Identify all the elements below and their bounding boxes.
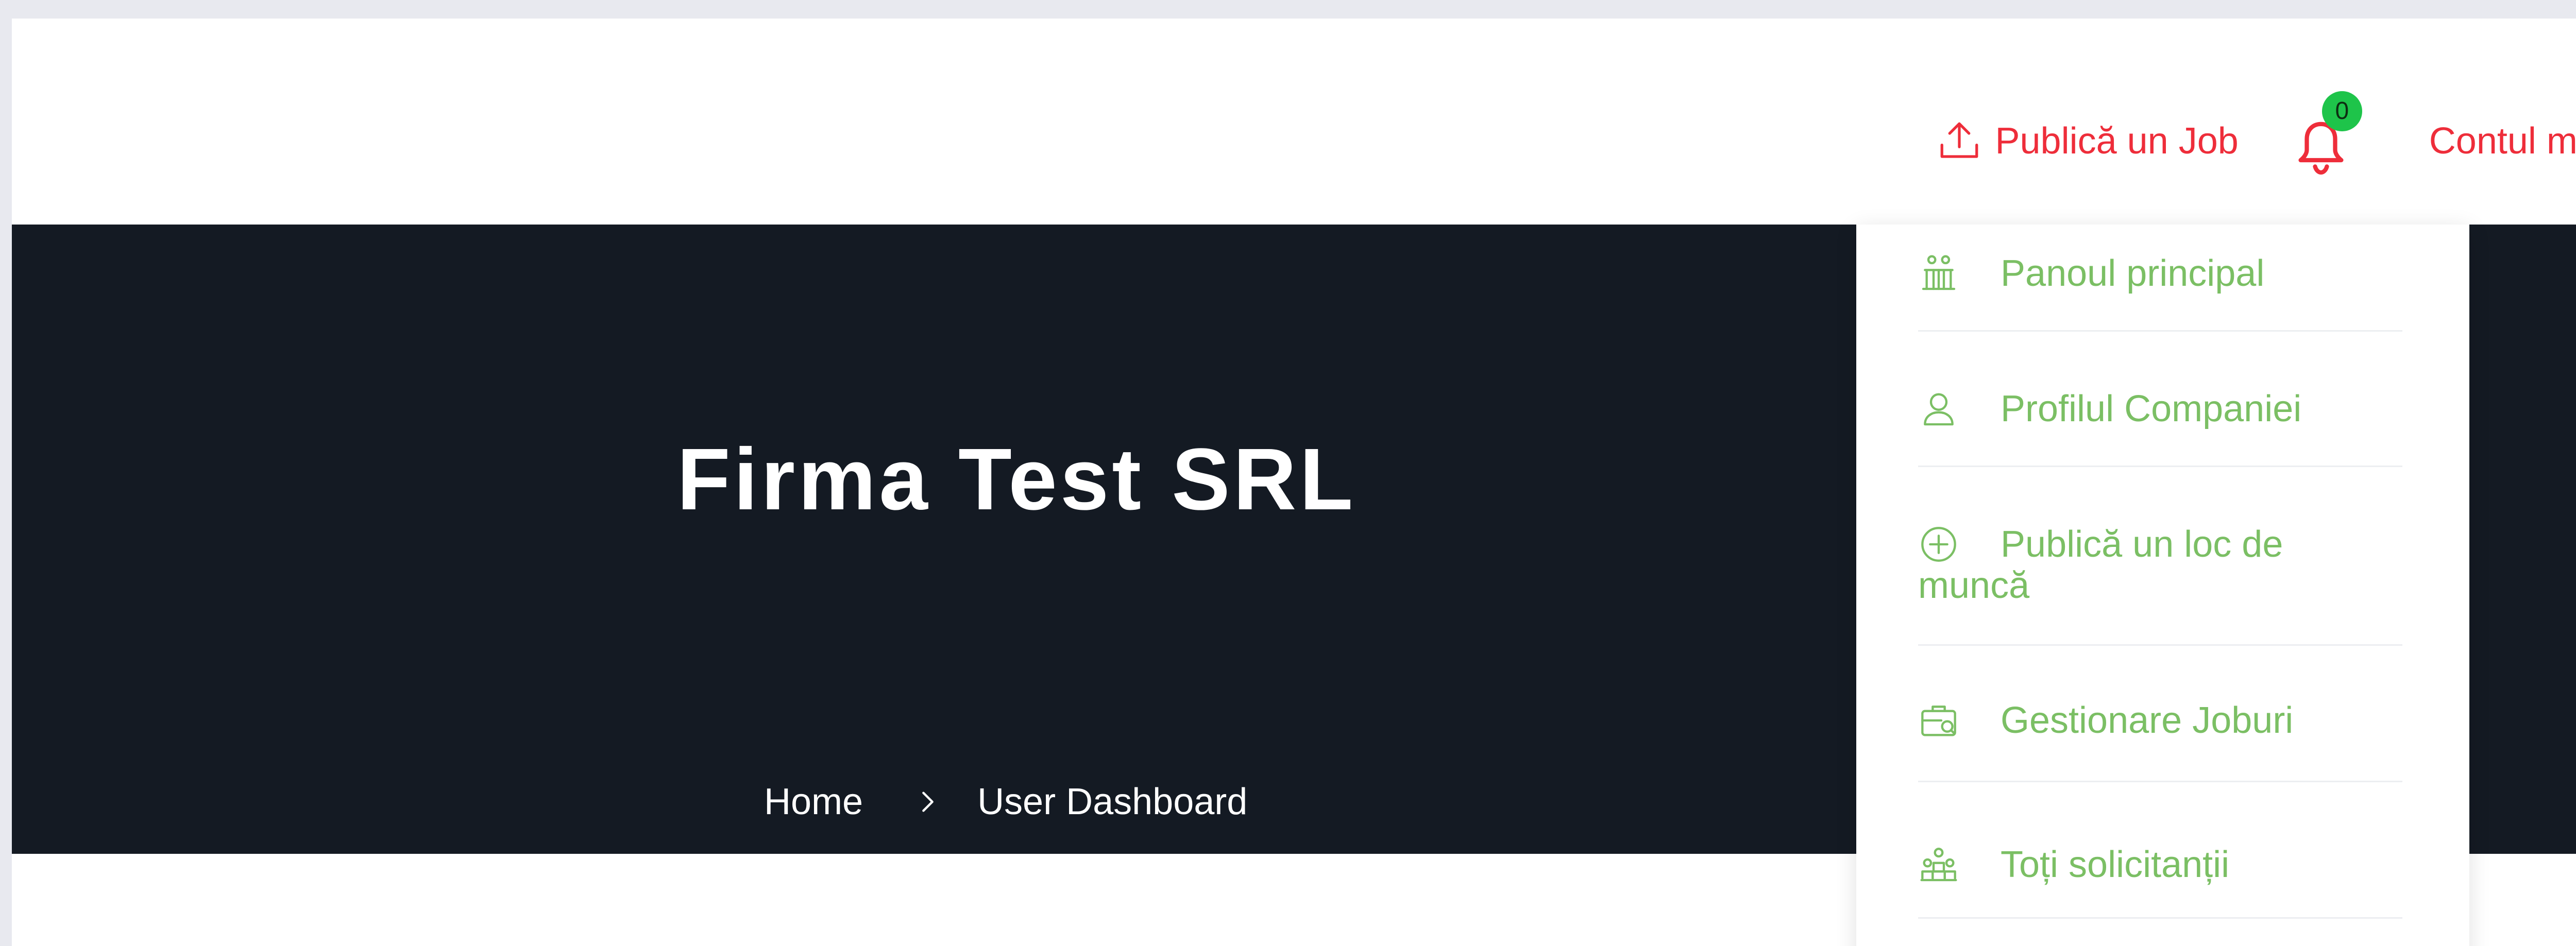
post-job-link[interactable]: Publică un Job xyxy=(1936,118,2239,164)
menu-item-label-continued: muncă xyxy=(1918,565,2030,606)
menu-item-company-profile[interactable]: Profilul Companiei xyxy=(1918,332,2402,467)
plus-circle-icon xyxy=(1921,527,1956,562)
menu-item-label: Publică un loc de xyxy=(2001,524,2283,565)
dashboard-icon xyxy=(1922,255,1956,290)
page-title: Firma Test SRL xyxy=(676,431,1357,528)
user-icon xyxy=(1924,393,1954,426)
my-account-label: Contul meu xyxy=(2429,121,2576,162)
menu-item-label: Profilul Companiei xyxy=(2001,388,2302,429)
breadcrumb-home[interactable]: Home xyxy=(764,783,863,820)
header: Publică un Job 0 Contul meu xyxy=(12,19,2576,225)
notification-count-badge: 0 xyxy=(2321,91,2362,131)
chevron-right-icon xyxy=(914,788,941,815)
menu-item-all-applicants[interactable]: Toți solicitanții xyxy=(1918,782,2402,919)
menu-item-post-job[interactable]: Publică un loc de muncă xyxy=(1918,467,2402,646)
menu-item-dashboard[interactable]: Panoul principal xyxy=(1918,225,2402,332)
menu-item-manage-jobs[interactable]: Gestionare Joburi xyxy=(1918,646,2402,782)
post-job-label: Publică un Job xyxy=(1995,121,2239,162)
breadcrumb: Home User Dashboard xyxy=(764,783,1247,820)
breadcrumb-current: User Dashboard xyxy=(977,781,1248,822)
briefcase-icon xyxy=(1921,706,1956,736)
menu-item-label: Gestionare Joburi xyxy=(2001,700,2294,741)
notifications-button[interactable]: 0 xyxy=(2290,91,2362,180)
page: Publică un Job 0 Contul meu Firma Test S… xyxy=(12,19,2576,946)
menu-item-label: Toți solicitanții xyxy=(2001,844,2230,885)
my-account-link[interactable]: Contul meu xyxy=(2429,123,2576,160)
group-icon xyxy=(1920,848,1957,882)
account-dropdown-menu: Panoul principal Profilul Companiei Publ… xyxy=(1856,225,2469,946)
top-nav: Publică un Job 0 Contul meu xyxy=(1936,91,2576,175)
upload-icon xyxy=(1941,122,1978,158)
menu-item-label: Panoul principal xyxy=(2001,253,2265,294)
